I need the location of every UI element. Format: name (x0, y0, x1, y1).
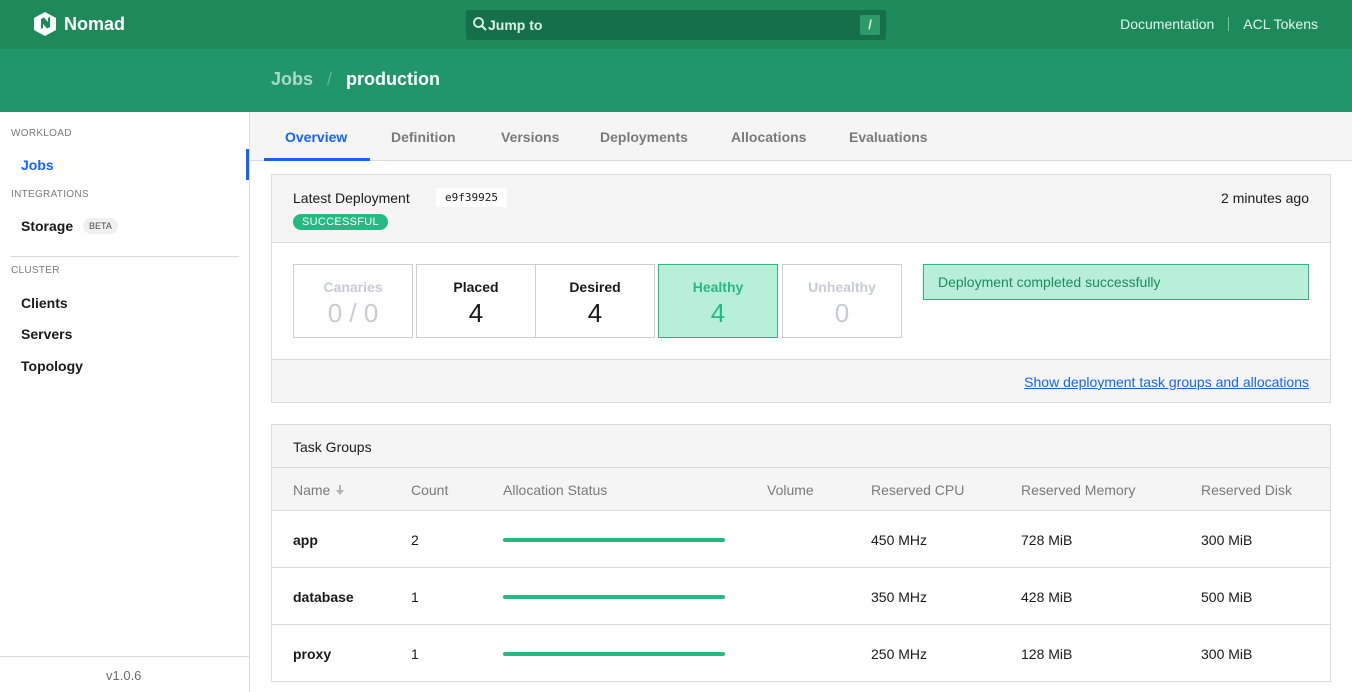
latest-deployment-panel: Latest Deployment e9f39925 SUCCESSFUL 2 … (271, 174, 1331, 403)
column-volume: Volume (767, 482, 814, 498)
search-shortcut-key: / (860, 15, 880, 35)
stat-canaries-value: 0 / 0 (327, 298, 379, 328)
breadcrumb-jobs-link[interactable]: Jobs (271, 69, 313, 90)
documentation-link[interactable]: Documentation (1120, 16, 1214, 32)
search-input[interactable] (488, 10, 848, 40)
task-groups-panel: Task Groups Name Count Allocation Status… (271, 424, 1331, 682)
column-allocation-status: Allocation Status (503, 482, 608, 498)
stat-canaries-label: Canaries (323, 279, 383, 295)
active-tab-underline (264, 158, 370, 161)
tab-evaluations[interactable]: Evaluations (849, 129, 928, 145)
stat-desired-value: 4 (587, 298, 603, 328)
stat-desired-label: Desired (569, 279, 621, 295)
sidebar-item-jobs[interactable]: Jobs (21, 157, 54, 173)
version-label: v1.0.6 (106, 668, 142, 683)
sidebar-section-integrations: INTEGRATIONS (11, 189, 89, 200)
column-reserved-disk: Reserved Disk (1201, 482, 1293, 498)
stat-unhealthy-label: Unhealthy (808, 279, 876, 295)
task-group-name[interactable]: app (293, 532, 318, 548)
breadcrumb-separator: / (327, 69, 333, 89)
allocation-status-bar[interactable] (503, 538, 725, 542)
breadcrumb-current: production (346, 69, 441, 89)
search-icon (473, 17, 487, 31)
sidebar: WORKLOAD Jobs INTEGRATIONS Storage BETA … (0, 112, 250, 692)
sidebar-divider (11, 256, 239, 257)
top-nav-bar: Nomad / Documentation ACL Tokens (0, 0, 1352, 49)
task-group-name[interactable]: database (293, 589, 354, 605)
deployment-status-badge: SUCCESSFUL (293, 214, 388, 230)
tab-allocations[interactable]: Allocations (731, 129, 806, 145)
column-reserved-cpu: Reserved CPU (871, 482, 965, 498)
beta-badge: BETA (83, 218, 118, 234)
task-group-cpu: 350 MHz (871, 589, 928, 605)
task-group-disk: 300 MiB (1201, 646, 1253, 662)
deployment-time: 2 minutes ago (1221, 190, 1309, 206)
stat-healthy-value: 4 (710, 298, 726, 328)
show-task-groups-link[interactable]: Show deployment task groups and allocati… (1024, 374, 1309, 390)
task-group-count: 1 (411, 646, 419, 662)
stat-placed-value: 4 (468, 298, 484, 328)
stat-unhealthy: Unhealthy 0 (782, 264, 902, 338)
sidebar-item-storage[interactable]: Storage (21, 218, 73, 234)
allocation-status-bar[interactable] (503, 652, 725, 656)
top-links: Documentation ACL Tokens (1120, 16, 1318, 32)
task-groups-column-headers: Name Count Allocation Status Volume Rese… (272, 468, 1330, 511)
task-group-count: 2 (411, 532, 419, 548)
stat-healthy: Healthy 4 (658, 264, 778, 338)
task-group-disk: 300 MiB (1201, 532, 1253, 548)
task-group-disk: 500 MiB (1201, 589, 1253, 605)
deployment-footer: Show deployment task groups and allocati… (272, 360, 1330, 402)
sort-arrow-down-icon (336, 485, 345, 495)
task-groups-header: Task Groups (272, 425, 1330, 468)
stat-placed-label: Placed (453, 279, 499, 295)
sidebar-footer: v1.0.6 (0, 656, 249, 692)
column-name-label: Name (293, 482, 331, 498)
table-row[interactable]: database 1 350 MHz 428 MiB 500 MiB (272, 568, 1330, 625)
app-name: Nomad (64, 13, 126, 34)
task-group-memory: 128 MiB (1021, 646, 1073, 662)
sidebar-section-cluster: CLUSTER (11, 265, 60, 276)
deployment-id: e9f39925 (436, 188, 507, 207)
stat-unhealthy-value: 0 (834, 298, 850, 328)
top-links-divider (1228, 17, 1230, 31)
column-name[interactable]: Name (293, 482, 345, 498)
allocation-status-bar[interactable] (503, 595, 725, 599)
deployment-success-notice: Deployment completed successfully (923, 264, 1309, 300)
nomad-logo-icon (34, 12, 56, 36)
task-group-memory: 728 MiB (1021, 532, 1073, 548)
column-count[interactable]: Count (411, 482, 448, 498)
stat-desired: Desired 4 (535, 264, 655, 338)
deployment-header: Latest Deployment e9f39925 SUCCESSFUL 2 … (272, 175, 1330, 243)
table-row[interactable]: proxy 1 250 MHz 128 MiB 300 MiB (272, 625, 1330, 682)
task-group-cpu: 250 MHz (871, 646, 928, 662)
task-group-cpu: 450 MHz (871, 532, 928, 548)
nomad-logo-link[interactable]: Nomad (34, 12, 125, 36)
stat-healthy-label: Healthy (692, 279, 744, 295)
tab-definition[interactable]: Definition (391, 129, 456, 145)
job-tabs: Overview Definition Versions Deployments… (250, 112, 1352, 161)
table-row[interactable]: app 2 450 MHz 728 MiB 300 MiB (272, 511, 1330, 568)
sidebar-item-topology[interactable]: Topology (21, 358, 83, 374)
acl-tokens-link[interactable]: ACL Tokens (1243, 16, 1318, 32)
stat-placed: Placed 4 (416, 264, 536, 338)
tab-overview[interactable]: Overview (285, 129, 347, 145)
task-group-name[interactable]: proxy (293, 646, 331, 662)
task-group-memory: 428 MiB (1021, 589, 1073, 605)
sidebar-section-workload: WORKLOAD (11, 128, 72, 139)
task-group-count: 1 (411, 589, 419, 605)
tab-versions[interactable]: Versions (501, 129, 559, 145)
deployment-title: Latest Deployment (293, 190, 410, 206)
sidebar-item-servers[interactable]: Servers (21, 326, 72, 342)
sidebar-active-indicator (246, 149, 249, 180)
jump-to-search[interactable]: / (466, 10, 886, 40)
deployment-stats: Canaries 0 / 0 Placed 4 Desired 4 Health… (272, 243, 1330, 360)
breadcrumb: Jobs / production (271, 69, 440, 90)
column-reserved-memory: Reserved Memory (1021, 482, 1136, 498)
stat-canaries: Canaries 0 / 0 (293, 264, 413, 338)
page-header: Jobs / production (0, 49, 1352, 112)
sidebar-item-clients[interactable]: Clients (21, 295, 68, 311)
task-groups-title: Task Groups (293, 439, 372, 455)
tab-deployments[interactable]: Deployments (600, 129, 688, 145)
